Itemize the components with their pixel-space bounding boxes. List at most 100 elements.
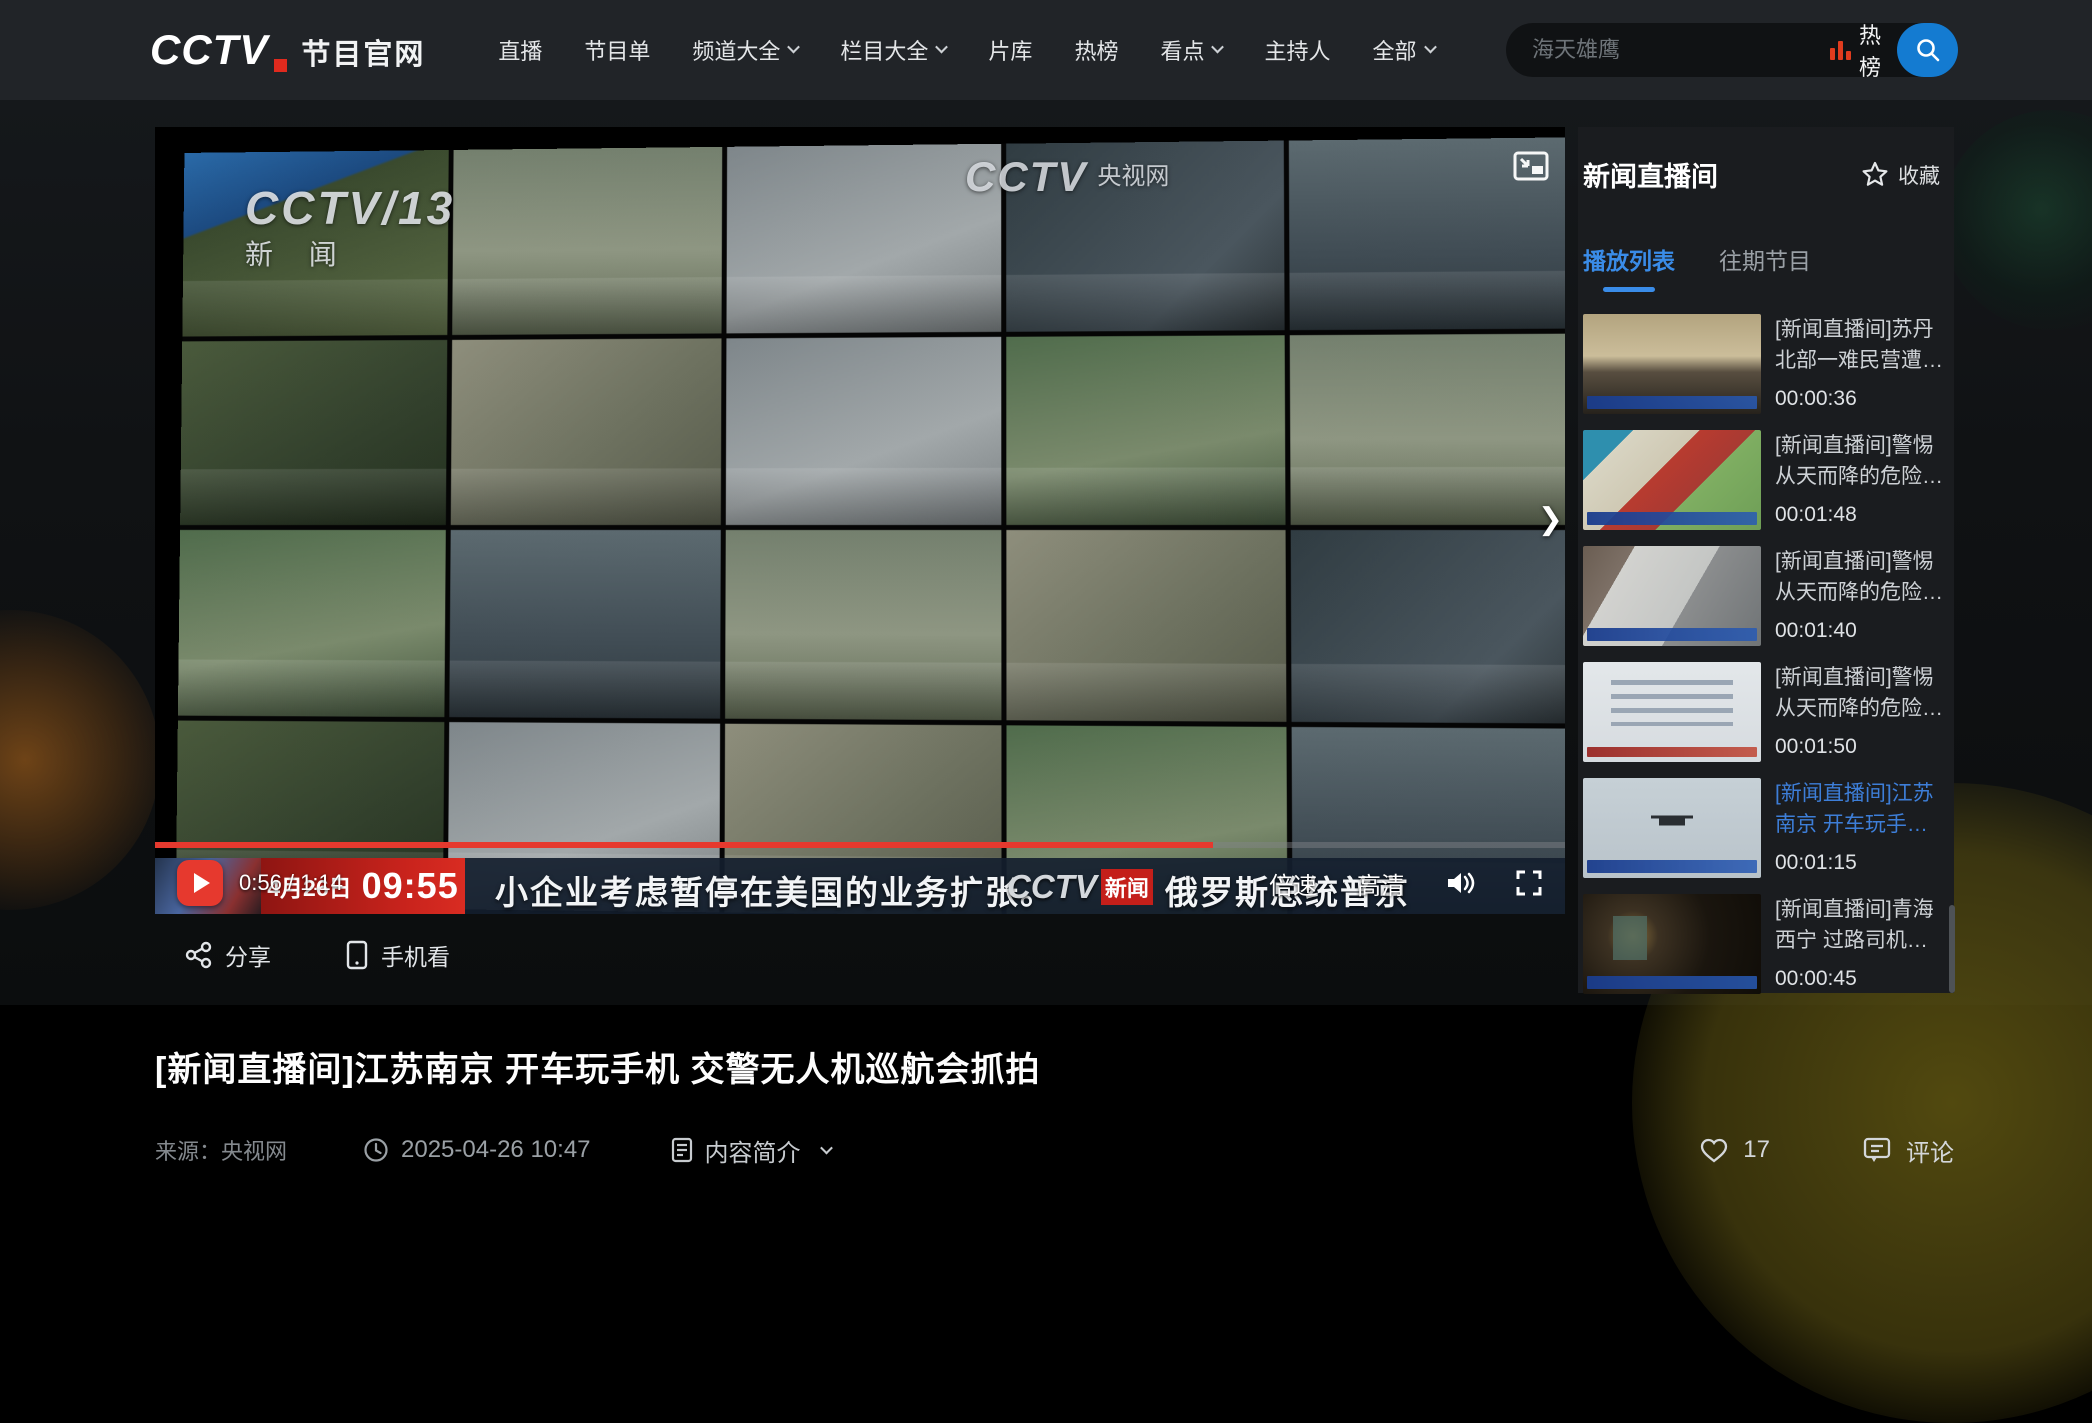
- camera-tile: [725, 530, 1001, 720]
- share-row: 分享 手机看: [185, 938, 450, 972]
- camera-tile: [451, 338, 722, 525]
- video-thumbnail: [1583, 662, 1761, 762]
- playlist-item-current[interactable]: [新闻直播间]江苏南京 开车玩手机 交警无人 00:01:15: [1583, 778, 1948, 878]
- cctv-logo[interactable]: CCTV 节目官网: [150, 26, 425, 74]
- camera-tile: [178, 530, 446, 717]
- player-controls: 0:56 / 1:14 倍速 高清: [155, 852, 1565, 914]
- camera-tile: [726, 336, 1001, 525]
- camera-tile: [1006, 335, 1285, 525]
- playlist-item-duration: 00:00:36: [1775, 387, 1948, 411]
- watch-on-mobile-button[interactable]: 手机看: [345, 938, 450, 972]
- camera-tile: [452, 147, 722, 335]
- playback-speed-button[interactable]: 倍速: [1269, 866, 1317, 901]
- nav-item-channels[interactable]: 频道大全: [671, 34, 819, 66]
- video-thumbnail: [1583, 430, 1761, 530]
- picture-in-picture-icon[interactable]: [1513, 151, 1549, 181]
- chevron-down-icon: [1424, 40, 1437, 53]
- video-thumbnail: [1583, 546, 1761, 646]
- tab-playlist[interactable]: 播放列表: [1583, 242, 1675, 292]
- clock-icon: [363, 1137, 389, 1163]
- search-button[interactable]: [1897, 23, 1958, 77]
- hot-ranking-link[interactable]: 热榜: [1830, 18, 1881, 82]
- playlist-item-title: [新闻直播间]江苏南京 开车玩手机 交警无人: [1775, 778, 1948, 840]
- chevron-down-icon: [820, 1141, 833, 1154]
- top-navbar: CCTV 节目官网 直播 节目单 频道大全 栏目大全 片库 热榜 看点 主持人 …: [0, 0, 2092, 100]
- source-label: 来源：央视网: [155, 1134, 287, 1166]
- like-button[interactable]: 17: [1699, 1136, 1770, 1164]
- camera-tile: [1006, 530, 1286, 721]
- camera-tile: [1290, 333, 1565, 525]
- playlist-sidebar: 新闻直播间 收藏 播放列表 往期节目 [新闻直播间]苏丹 北部一难民营遭无人机 …: [1578, 127, 1954, 993]
- fullscreen-icon[interactable]: [1515, 869, 1543, 897]
- cctv-logo-text: CCTV: [150, 26, 268, 74]
- tab-past-programs[interactable]: 往期节目: [1719, 242, 1811, 292]
- nav-item-highlights[interactable]: 看点: [1139, 34, 1243, 66]
- playlist-item[interactable]: [新闻直播间]警惕从天而降的危险 高空抛物 00:01:50: [1583, 662, 1948, 762]
- nav-item-schedule[interactable]: 节目单: [563, 34, 671, 66]
- camera-tile: [182, 150, 449, 336]
- surveillance-wall: [176, 137, 1565, 914]
- camera-tile: [1290, 530, 1565, 723]
- search-icon: [1915, 37, 1941, 63]
- chevron-down-icon: [788, 40, 801, 53]
- video-thumbnail: [1583, 778, 1761, 878]
- playlist: [新闻直播间]苏丹 北部一难民营遭无人机 00:00:36 [新闻直播间]警惕从…: [1583, 314, 1948, 994]
- playlist-item-duration: 00:01:40: [1775, 619, 1948, 643]
- search-input[interactable]: [1506, 23, 1830, 77]
- document-icon: [671, 1137, 693, 1163]
- page-title: [新闻直播间]江苏南京 开车玩手机 交警无人机巡航会抓拍: [155, 1042, 1655, 1091]
- playlist-item[interactable]: [新闻直播间]苏丹 北部一难民营遭无人机 00:00:36: [1583, 314, 1948, 414]
- cctv-logo-dot: [274, 59, 287, 72]
- site-name: 节目官网: [301, 31, 425, 73]
- video-thumbnail: [1583, 894, 1761, 994]
- publish-datetime: 2025-04-26 10:47: [363, 1136, 591, 1164]
- share-button[interactable]: 分享: [185, 938, 271, 972]
- camera-tile: [1006, 141, 1285, 332]
- nav-item-columns[interactable]: 栏目大全: [819, 34, 967, 66]
- bar-chart-icon: [1830, 41, 1851, 60]
- progress-played: [155, 842, 1213, 848]
- sidebar-collapse-arrow[interactable]: ❯: [1538, 505, 1563, 535]
- chevron-down-icon: [936, 40, 949, 53]
- program-title: 新闻直播间: [1583, 155, 1718, 194]
- camera-tile: [180, 339, 447, 525]
- play-button[interactable]: [177, 860, 223, 906]
- sidebar-tabs: 播放列表 往期节目: [1583, 242, 1948, 292]
- phone-icon: [345, 940, 369, 970]
- star-icon: [1861, 161, 1889, 188]
- playlist-item[interactable]: [新闻直播间]青海西宁 过路司机气道异物阻 00:00:45: [1583, 894, 1948, 994]
- quality-button[interactable]: 高清: [1357, 866, 1405, 901]
- playlist-item-title: [新闻直播间]警惕从天而降的危险 湖北宜昌: [1775, 430, 1948, 492]
- playlist-item-duration: 00:01:15: [1775, 851, 1948, 875]
- nav-item-live[interactable]: 直播: [477, 34, 563, 66]
- playlist-item-title: [新闻直播间]苏丹 北部一难民营遭无人机: [1775, 314, 1948, 376]
- time-display: 0:56 / 1:14: [239, 870, 343, 896]
- playlist-item[interactable]: [新闻直播间]警惕从天而降的危险 山西晋城 00:01:40: [1583, 546, 1948, 646]
- heart-icon: [1699, 1137, 1729, 1164]
- camera-tile: [727, 144, 1001, 333]
- video-player[interactable]: CCTV/13 新 闻 CCTV 央视网 ❯ 4月26日 09:55 小企业考虑…: [155, 127, 1565, 914]
- nav-item-all[interactable]: 全部: [1351, 34, 1455, 66]
- playlist-item[interactable]: [新闻直播间]警惕从天而降的危险 湖北宜昌 00:01:48: [1583, 430, 1948, 530]
- playlist-item-duration: 00:01:50: [1775, 735, 1948, 759]
- comment-button[interactable]: 评论: [1862, 1133, 1954, 1168]
- playlist-item-duration: 00:00:45: [1775, 967, 1948, 991]
- like-count: 17: [1743, 1136, 1770, 1164]
- play-icon: [194, 873, 210, 893]
- video-thumbnail: [1583, 314, 1761, 414]
- comment-icon: [1862, 1136, 1892, 1164]
- camera-tile: [449, 530, 721, 718]
- meta-row: 来源：央视网 2025-04-26 10:47 内容简介 17: [155, 1128, 1954, 1172]
- progress-bar[interactable]: [155, 842, 1565, 848]
- playlist-item-duration: 00:01:48: [1775, 503, 1948, 527]
- volume-icon[interactable]: [1445, 870, 1475, 896]
- sidebar-header: 新闻直播间 收藏: [1583, 155, 1948, 194]
- playlist-scrollbar[interactable]: [1949, 905, 1955, 993]
- controls-right: 倍速 高清: [1269, 866, 1543, 901]
- content-summary-toggle[interactable]: 内容简介: [671, 1133, 831, 1168]
- nav-item-hot[interactable]: 热榜: [1053, 34, 1139, 66]
- nav-item-hosts[interactable]: 主持人: [1243, 34, 1351, 66]
- nav-item-library[interactable]: 片库: [967, 34, 1053, 66]
- favorite-button[interactable]: 收藏: [1861, 160, 1940, 190]
- share-icon: [185, 941, 213, 969]
